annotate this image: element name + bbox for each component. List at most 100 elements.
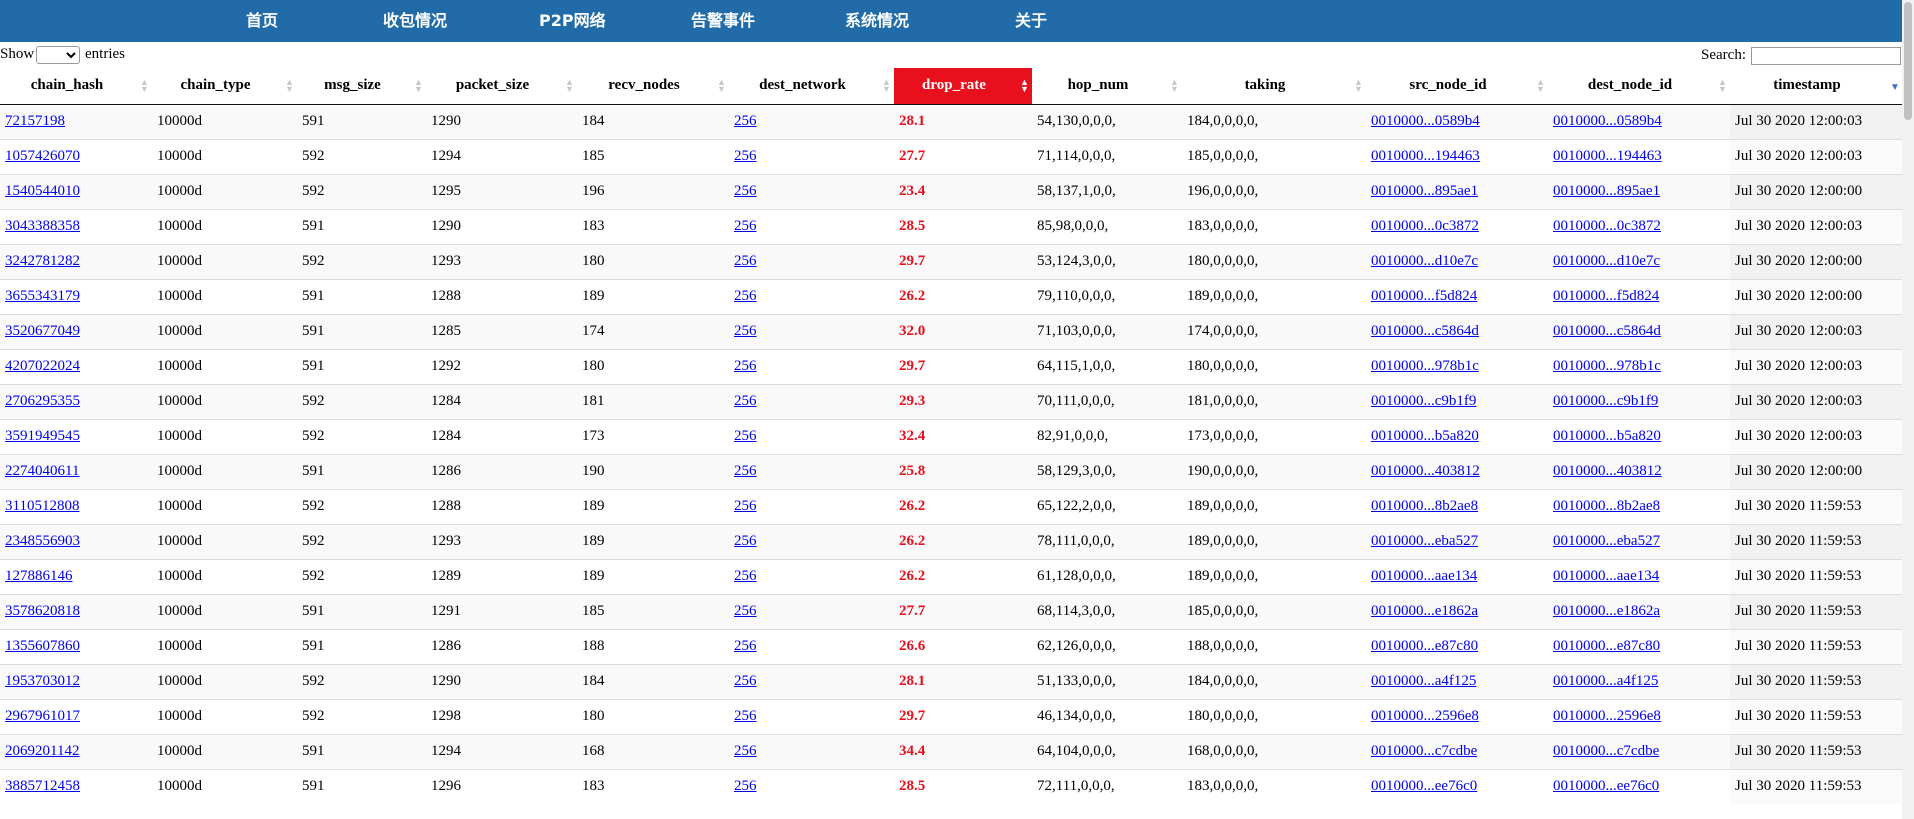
- link-dest-network[interactable]: 256: [734, 288, 757, 304]
- link-src-node-id[interactable]: 0010000...0c3872: [1371, 218, 1479, 234]
- scrollbar-thumb[interactable]: [1904, 2, 1912, 120]
- link-chain-hash[interactable]: 4207022024: [5, 358, 80, 374]
- link-dest-node-id[interactable]: 0010000...b5a820: [1553, 428, 1661, 444]
- link-dest-network[interactable]: 256: [734, 533, 757, 549]
- link-chain-hash[interactable]: 3578620818: [5, 603, 80, 619]
- link-dest-network[interactable]: 256: [734, 743, 757, 759]
- link-src-node-id[interactable]: 0010000...c7cdbe: [1371, 743, 1477, 759]
- link-chain-hash[interactable]: 3520677049: [5, 323, 80, 339]
- link-chain-hash[interactable]: 1953703012: [5, 673, 80, 689]
- link-dest-node-id[interactable]: 0010000...194463: [1553, 148, 1662, 164]
- link-src-node-id[interactable]: 0010000...c5864d: [1371, 323, 1479, 339]
- link-chain-hash[interactable]: 2967961017: [5, 708, 80, 724]
- column-header-recv-nodes[interactable]: recv_nodes ▲ ▼: [577, 68, 729, 105]
- link-dest-node-id[interactable]: 0010000...0c3872: [1553, 218, 1661, 234]
- link-dest-network[interactable]: 256: [734, 638, 757, 654]
- link-chain-hash[interactable]: 2348556903: [5, 533, 80, 549]
- link-dest-network[interactable]: 256: [734, 253, 757, 269]
- link-src-node-id[interactable]: 0010000...c9b1f9: [1371, 393, 1476, 409]
- link-src-node-id[interactable]: 0010000...978b1c: [1371, 358, 1479, 374]
- search-input[interactable]: [1751, 47, 1901, 65]
- link-src-node-id[interactable]: 0010000...d10e7c: [1371, 253, 1478, 269]
- column-header-dest-node-id[interactable]: dest_node_id ▲ ▼: [1548, 68, 1730, 105]
- link-dest-node-id[interactable]: 0010000...e1862a: [1553, 603, 1660, 619]
- link-src-node-id[interactable]: 0010000...0589b4: [1371, 113, 1480, 129]
- link-dest-network[interactable]: 256: [734, 183, 757, 199]
- link-dest-node-id[interactable]: 0010000...403812: [1553, 463, 1662, 479]
- link-chain-hash[interactable]: 3655343179: [5, 288, 80, 304]
- link-dest-network[interactable]: 256: [734, 428, 757, 444]
- link-src-node-id[interactable]: 0010000...895ae1: [1371, 183, 1478, 199]
- link-chain-hash[interactable]: 3885712458: [5, 778, 80, 794]
- nav-packet-receipt[interactable]: 收包情况: [383, 0, 447, 42]
- link-dest-network[interactable]: 256: [734, 218, 757, 234]
- link-chain-hash[interactable]: 2274040611: [5, 463, 79, 479]
- link-src-node-id[interactable]: 0010000...e1862a: [1371, 603, 1478, 619]
- link-dest-node-id[interactable]: 0010000...c7cdbe: [1553, 743, 1659, 759]
- column-header-packet-size[interactable]: packet_size ▲ ▼: [426, 68, 577, 105]
- column-header-timestamp[interactable]: timestamp ▼: [1730, 68, 1902, 105]
- link-chain-hash[interactable]: 2069201142: [5, 743, 79, 759]
- link-dest-node-id[interactable]: 0010000...a4f125: [1553, 673, 1658, 689]
- link-dest-node-id[interactable]: 0010000...8b2ae8: [1553, 498, 1660, 514]
- link-src-node-id[interactable]: 0010000...403812: [1371, 463, 1480, 479]
- link-dest-network[interactable]: 256: [734, 113, 757, 129]
- nav-home[interactable]: 首页: [246, 0, 278, 42]
- link-dest-network[interactable]: 256: [734, 568, 757, 584]
- link-dest-node-id[interactable]: 0010000...aae134: [1553, 568, 1659, 584]
- nav-system-status[interactable]: 系统情况: [845, 0, 909, 42]
- link-dest-node-id[interactable]: 0010000...e87c80: [1553, 638, 1660, 654]
- nav-about[interactable]: 关于: [1015, 0, 1047, 42]
- column-header-dest-network[interactable]: dest_network ▲ ▼: [729, 68, 894, 105]
- link-src-node-id[interactable]: 0010000...aae134: [1371, 568, 1477, 584]
- link-chain-hash[interactable]: 1355607860: [5, 638, 80, 654]
- link-dest-node-id[interactable]: 0010000...2596e8: [1553, 708, 1661, 724]
- link-src-node-id[interactable]: 0010000...b5a820: [1371, 428, 1479, 444]
- link-src-node-id[interactable]: 0010000...eba527: [1371, 533, 1478, 549]
- link-chain-hash[interactable]: 1057426070: [5, 148, 80, 164]
- link-dest-node-id[interactable]: 0010000...0589b4: [1553, 113, 1662, 129]
- link-src-node-id[interactable]: 0010000...194463: [1371, 148, 1480, 164]
- link-dest-network[interactable]: 256: [734, 498, 757, 514]
- link-dest-network[interactable]: 256: [734, 603, 757, 619]
- link-dest-network[interactable]: 256: [734, 393, 757, 409]
- link-dest-node-id[interactable]: 0010000...d10e7c: [1553, 253, 1660, 269]
- nav-alert-events[interactable]: 告警事件: [691, 0, 755, 42]
- link-dest-node-id[interactable]: 0010000...f5d824: [1553, 288, 1659, 304]
- link-src-node-id[interactable]: 0010000...ee76c0: [1371, 778, 1477, 794]
- column-header-hop-num[interactable]: hop_num ▲ ▼: [1032, 68, 1182, 105]
- link-src-node-id[interactable]: 0010000...2596e8: [1371, 708, 1479, 724]
- column-header-src-node-id[interactable]: src_node_id ▲ ▼: [1366, 68, 1548, 105]
- entries-length-select[interactable]: [36, 46, 80, 64]
- link-chain-hash[interactable]: 1540544010: [5, 183, 80, 199]
- link-dest-network[interactable]: 256: [734, 323, 757, 339]
- column-header-drop-rate[interactable]: drop_rate ▲ ▼: [894, 68, 1032, 105]
- link-chain-hash[interactable]: 72157198: [5, 113, 65, 129]
- link-dest-node-id[interactable]: 0010000...c9b1f9: [1553, 393, 1658, 409]
- link-dest-node-id[interactable]: 0010000...895ae1: [1553, 183, 1660, 199]
- column-header-chain-type[interactable]: chain_type ▲ ▼: [152, 68, 297, 105]
- link-dest-node-id[interactable]: 0010000...eba527: [1553, 533, 1660, 549]
- column-header-chain-hash[interactable]: chain_hash ▲ ▼: [0, 68, 152, 105]
- link-chain-hash[interactable]: 3043388358: [5, 218, 80, 234]
- page-scrollbar[interactable]: [1902, 0, 1914, 819]
- link-chain-hash[interactable]: 3242781282: [5, 253, 80, 269]
- link-dest-network[interactable]: 256: [734, 673, 757, 689]
- link-dest-network[interactable]: 256: [734, 463, 757, 479]
- link-chain-hash[interactable]: 3110512808: [5, 498, 79, 514]
- link-dest-node-id[interactable]: 0010000...978b1c: [1553, 358, 1661, 374]
- column-header-taking[interactable]: taking ▲ ▼: [1182, 68, 1366, 105]
- link-src-node-id[interactable]: 0010000...8b2ae8: [1371, 498, 1478, 514]
- link-chain-hash[interactable]: 3591949545: [5, 428, 80, 444]
- nav-p2p-network[interactable]: P2P网络: [539, 0, 606, 42]
- link-dest-network[interactable]: 256: [734, 148, 757, 164]
- link-src-node-id[interactable]: 0010000...f5d824: [1371, 288, 1477, 304]
- link-dest-network[interactable]: 256: [734, 708, 757, 724]
- link-dest-node-id[interactable]: 0010000...ee76c0: [1553, 778, 1659, 794]
- link-src-node-id[interactable]: 0010000...e87c80: [1371, 638, 1478, 654]
- link-chain-hash[interactable]: 127886146: [5, 568, 73, 584]
- link-chain-hash[interactable]: 2706295355: [5, 393, 80, 409]
- link-src-node-id[interactable]: 0010000...a4f125: [1371, 673, 1476, 689]
- column-header-msg-size[interactable]: msg_size ▲ ▼: [297, 68, 426, 105]
- link-dest-network[interactable]: 256: [734, 358, 757, 374]
